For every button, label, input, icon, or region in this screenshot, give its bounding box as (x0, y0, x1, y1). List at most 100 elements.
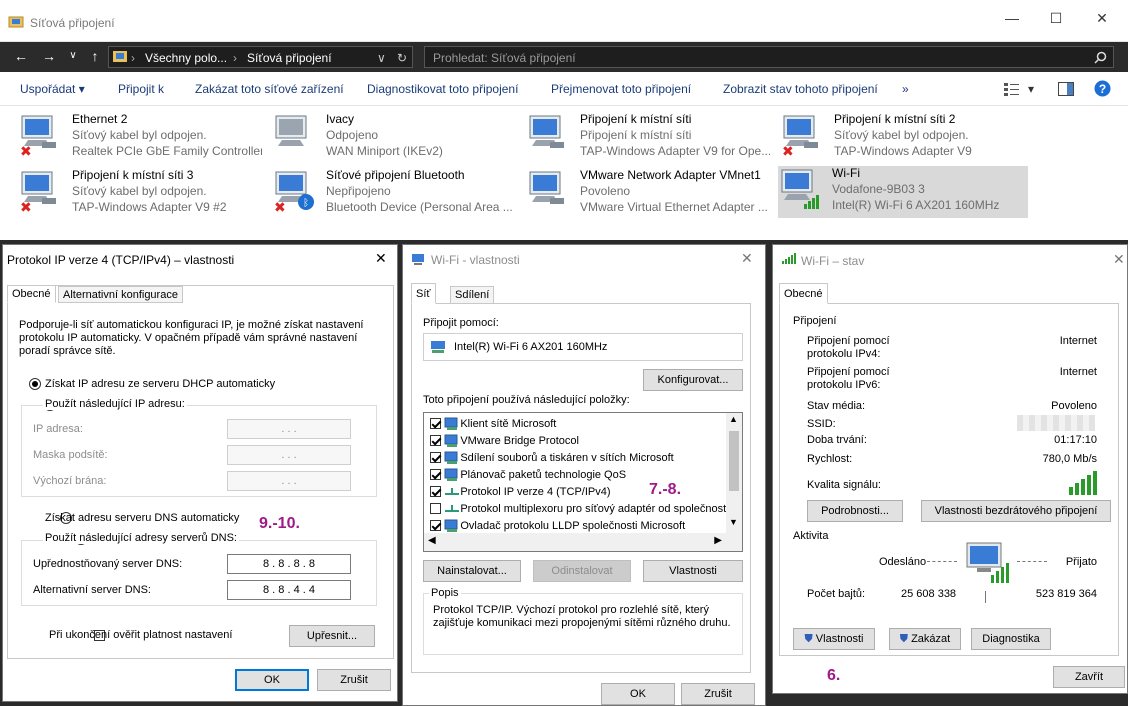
item-checkbox[interactable] (430, 486, 441, 498)
view-dropdown-icon[interactable]: ▾ (1028, 82, 1034, 96)
properties-button[interactable]: ⛊ Vlastnosti (793, 628, 875, 650)
details-button[interactable]: Podrobnosti... (807, 500, 903, 522)
svg-text:ᛒ: ᛒ (303, 198, 309, 209)
list-item[interactable]: Protokol multiplexoru pro síťový adaptér… (430, 501, 729, 517)
gateway-field[interactable]: . . . (227, 471, 351, 491)
connection-item[interactable]: ✖ Připojení k místní síti 3 Síťový kabel b… (18, 168, 268, 218)
scroll-left-icon[interactable]: ◀ (428, 535, 436, 546)
uninstall-button[interactable]: Odinstalovat (533, 560, 631, 582)
maximize-button[interactable]: ☐ (1044, 10, 1068, 30)
tab-general[interactable]: Obecné (7, 285, 56, 303)
up-arrow-icon[interactable]: ↑ (84, 48, 106, 66)
item-label: Protokol IP verze 4 (TCP/IPv4) (460, 485, 611, 498)
address-dropdown-icon[interactable]: ∨ (377, 51, 386, 65)
close-icon[interactable]: ✕ (1113, 251, 1125, 268)
disable-label: Zakázat (911, 633, 951, 645)
item-checkbox[interactable] (430, 435, 441, 447)
list-item[interactable]: Plánovač paketů technologie QoS (430, 467, 726, 483)
lan-disconnected-icon: ✖ (782, 115, 818, 156)
breadcrumb-network[interactable]: Síťová připojení (247, 51, 332, 65)
tab-general[interactable]: Obecné (779, 283, 828, 304)
service-icon (444, 519, 458, 532)
wireless-properties-button[interactable]: Vlastnosti bezdrátového připojení (921, 500, 1111, 522)
item-checkbox[interactable] (430, 452, 441, 464)
connection-item[interactable]: VMware Network Adapter VMnet1 Povoleno VMw… (526, 168, 776, 218)
connection-item[interactable]: Připojení k místní síti Připojení k místn… (526, 112, 776, 162)
scroll-up-icon[interactable]: ▲ (729, 414, 738, 424)
tab-alternative[interactable]: Alternativní konfigurace (58, 286, 183, 303)
connections-list: ✖ Ethernet 2 Síťový kabel byl odpojen. Real… (0, 110, 1128, 220)
properties-button[interactable]: Vlastnosti (643, 560, 743, 582)
item-checkbox[interactable] (430, 520, 441, 532)
connection-item[interactable]: Wi-Fi Vodafone-9B03 3 Intel(R) Wi-Fi 6 AX2… (778, 166, 1028, 218)
auto-ip-radio[interactable] (29, 378, 41, 390)
item-checkbox[interactable] (430, 469, 441, 481)
tab-network[interactable]: Síť (411, 283, 436, 304)
configure-button[interactable]: Konfigurovat... (643, 369, 743, 391)
connection-item[interactable]: Ivacy Odpojeno WAN Miniport (IKEv2) (272, 112, 522, 162)
view-status-button[interactable]: Zobrazit stav tohoto připojení (723, 82, 878, 96)
view-options-icon[interactable] (1004, 82, 1020, 96)
breadcrumb-all[interactable]: Všechny polo... (145, 51, 227, 65)
signal-quality-bars (1069, 471, 1097, 495)
preferred-dns-label: Upřednostňovaný server DNS: (33, 558, 183, 570)
search-input[interactable]: Prohledat: Síťová připojení (424, 46, 1114, 68)
connection-item[interactable]: ✖ ᛒ Síťové připojení Bluetooth Nepřipojeno B… (272, 168, 522, 218)
connection-group-label: Připojení (793, 315, 837, 327)
connect-to-button[interactable]: Připojit k (118, 82, 164, 96)
cancel-button[interactable]: Zrušit (317, 669, 391, 691)
advanced-button[interactable]: Upřesnit... (289, 625, 375, 647)
item-checkbox[interactable] (430, 418, 441, 430)
disable-device-button[interactable]: Zakázat toto síťové zařízení (195, 82, 344, 96)
list-item[interactable]: Protokol IP verze 4 (TCP/IPv4) (430, 484, 726, 500)
subnet-mask-field[interactable]: . . . (227, 445, 351, 465)
close-icon[interactable]: ✕ (375, 250, 387, 267)
tab-sharing[interactable]: Sdílení (450, 286, 495, 304)
diagnostics-button[interactable]: Diagnostika (971, 628, 1051, 650)
dialog-title: Wi-Fi – stav (801, 254, 865, 268)
forward-arrow-icon[interactable]: → (38, 48, 60, 66)
horizontal-scrollbar[interactable]: ◀ ▶ (424, 533, 742, 551)
install-button[interactable]: Nainstalovat... (423, 560, 521, 582)
connection-item[interactable]: ✖ Připojení k místní síti 2 Síťový kabel b… (780, 112, 1030, 162)
validate-label: Při ukončení ověřit platnost nastavení (49, 629, 233, 641)
disable-button[interactable]: ⛊ Zakázat (889, 628, 961, 650)
list-item[interactable]: VMware Bridge Protocol (430, 433, 726, 449)
close-icon[interactable]: ✕ (741, 250, 753, 267)
items-list: Klient sítě Microsoft VMware Bridge Prot… (423, 412, 743, 552)
scroll-right-icon[interactable]: ▶ (714, 535, 722, 546)
ip-address-field[interactable]: . . . (227, 419, 351, 439)
ipv4-label: Připojení pomocí protokolu IPv4: (807, 335, 890, 360)
list-item[interactable]: Sdílení souborů a tiskáren v sítích Micr… (430, 450, 726, 466)
service-icon (444, 451, 458, 464)
scroll-down-icon[interactable]: ▼ (729, 517, 738, 527)
item-checkbox[interactable] (430, 503, 441, 515)
intro-text: Podporuje-li síť automatickou konfigurac… (19, 319, 364, 357)
organize-button[interactable]: Uspořádat ▾ (20, 82, 85, 96)
close-dialog-button[interactable]: Zavřít (1053, 666, 1125, 688)
cancel-button[interactable]: Zrušit (681, 683, 755, 705)
preview-pane-icon[interactable] (1058, 82, 1074, 96)
rename-button[interactable]: Přejmenovat toto připojení (551, 82, 691, 96)
list-item[interactable]: Klient sítě Microsoft (430, 416, 726, 432)
help-icon[interactable]: ? (1094, 80, 1111, 97)
connection-device: TAP-Windows Adapter V9 #2 (72, 200, 227, 214)
connection-item[interactable]: ✖ Ethernet 2 Síťový kabel byl odpojen. Real… (18, 112, 268, 162)
minimize-button[interactable]: — (1000, 10, 1024, 30)
scrollbar-thumb[interactable] (729, 431, 739, 491)
alternate-dns-field[interactable]: 8 . 8 . 4 . 4 (227, 580, 351, 600)
vertical-scrollbar[interactable]: ▲ ▼ (726, 413, 742, 533)
refresh-icon[interactable]: ↻ (397, 51, 407, 65)
diagnose-button[interactable]: Diagnostikovat toto připojení (367, 82, 518, 96)
preferred-dns-field[interactable]: 8 . 8 . 8 . 8 (227, 554, 351, 574)
search-icon (1094, 51, 1107, 64)
ok-button[interactable]: OK (601, 683, 675, 705)
address-field[interactable]: › Všechny polo... › Síťová připojení ∨ ↻ (108, 46, 413, 68)
list-item[interactable]: Ovladač protokolu LLDP společnosti Micro… (430, 518, 726, 534)
back-arrow-icon[interactable]: ← (10, 48, 32, 66)
svg-text:✖: ✖ (20, 200, 32, 212)
recent-chevron-icon[interactable]: ∨ (62, 50, 84, 68)
close-button[interactable]: ✕ (1090, 10, 1114, 30)
more-commands-button[interactable]: » (902, 82, 909, 96)
ok-button[interactable]: OK (235, 669, 309, 691)
